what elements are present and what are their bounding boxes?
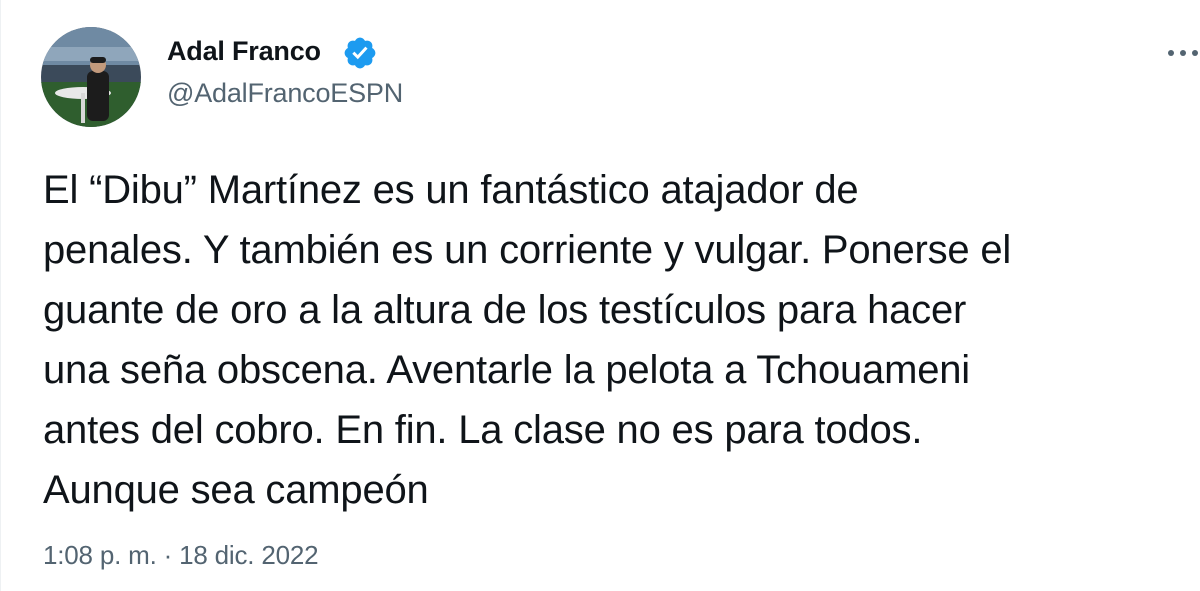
tweet-text: El “Dibu” Martínez es un fantástico ataj… <box>43 168 1012 512</box>
author-name[interactable]: Adal Franco <box>167 36 321 67</box>
verified-badge-icon <box>342 35 378 71</box>
avatar-image <box>41 27 141 127</box>
more-options-icon[interactable] <box>1165 38 1200 68</box>
tweet-timestamp[interactable]: 1:08 p. m. · 18 dic. 2022 <box>43 540 319 571</box>
tweet-card: Adal Franco @AdalFrancoESPN El “Dibu” Ma… <box>0 0 1200 591</box>
author-handle[interactable]: @AdalFrancoESPN <box>167 78 403 109</box>
avatar[interactable] <box>41 27 141 127</box>
